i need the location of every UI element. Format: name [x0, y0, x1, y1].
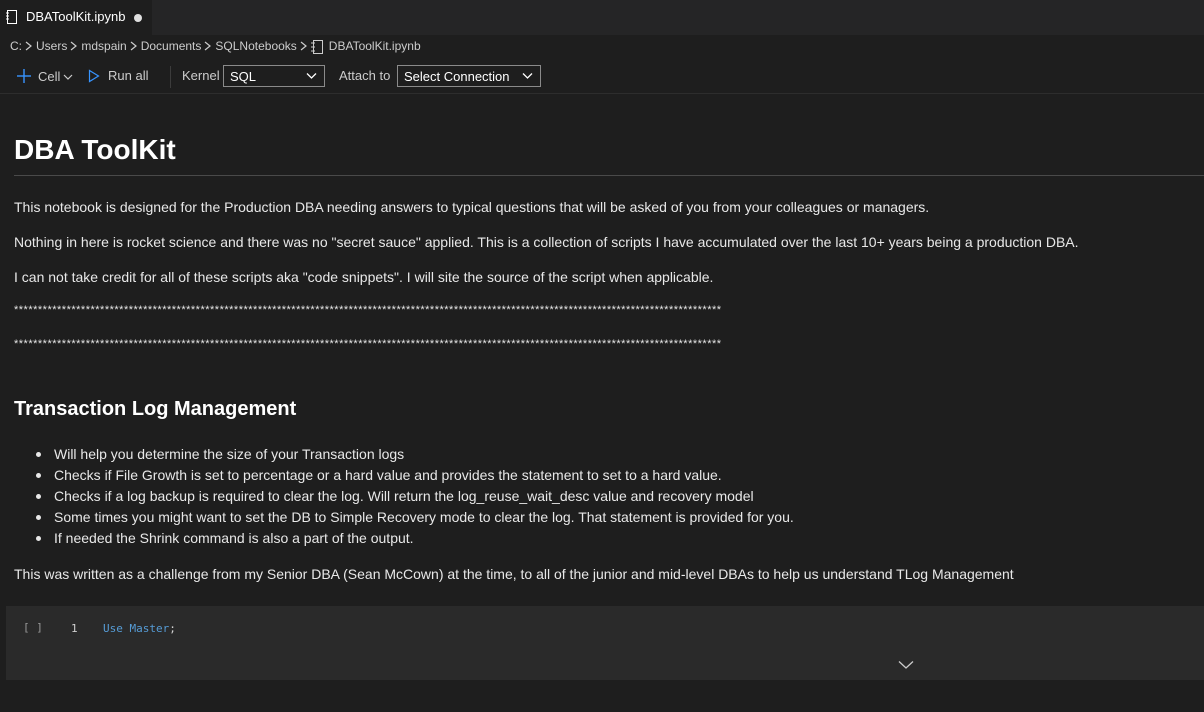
plus-icon	[17, 69, 31, 83]
list-item: Checks if File Growth is set to percenta…	[34, 467, 794, 488]
bullet-icon	[36, 473, 41, 478]
notebook-title: DBA ToolKit	[14, 134, 176, 165]
notebook-tab[interactable]: DBAToolKit.ipynb	[0, 0, 152, 35]
footer-paragraph: This was written as a challenge from my …	[14, 566, 1014, 582]
breadcrumb-item[interactable]: mdspain	[81, 39, 126, 53]
attach-to-label: Attach to	[339, 68, 391, 83]
heading-divider	[14, 175, 1204, 176]
run-all-label: Run all	[108, 68, 149, 83]
notebook-icon	[6, 10, 17, 24]
play-icon	[88, 68, 100, 83]
kernel-label: Kernel	[182, 68, 220, 83]
notebook-toolbar: Cell Run all Kernel SQL Attach to Select…	[0, 60, 1204, 94]
list-item: Checks if a log backup is required to cl…	[34, 488, 794, 509]
bullet-icon	[36, 536, 41, 541]
breadcrumb: C: Users mdspain Documents SQLNotebooks …	[10, 37, 421, 55]
list-item-text: Checks if File Growth is set to percenta…	[54, 467, 722, 483]
notebook-icon	[310, 40, 323, 54]
bullet-icon	[36, 452, 41, 457]
breadcrumb-item[interactable]: Users	[36, 39, 67, 53]
code-keyword: Use Master	[103, 622, 170, 635]
code-punctuation: ;	[169, 622, 176, 635]
tab-title: DBAToolKit.ipynb	[26, 9, 126, 24]
breadcrumb-item[interactable]: Documents	[141, 39, 202, 53]
unsaved-dot-icon[interactable]	[134, 14, 142, 22]
feature-list: Will help you determine the size of your…	[34, 446, 794, 551]
breadcrumb-item[interactable]: SQLNotebooks	[215, 39, 296, 53]
chevron-right-icon	[297, 37, 311, 55]
run-all-button[interactable]: Run all	[88, 68, 148, 83]
list-item-text: Some times you might want to set the DB …	[54, 509, 794, 525]
code-editor[interactable]: Use Master;	[103, 622, 176, 635]
editor-tab-bar: DBAToolKit.ipynb	[0, 0, 1204, 35]
toolbar-divider	[170, 66, 171, 88]
list-item: If needed the Shrink command is also a p…	[34, 530, 794, 551]
list-item-text: Checks if a log backup is required to cl…	[54, 488, 754, 504]
connection-value: Select Connection	[404, 69, 510, 84]
intro-paragraph: Nothing in here is rocket science and th…	[14, 234, 1079, 250]
chevron-right-icon	[201, 37, 215, 55]
line-number: 1	[71, 622, 78, 635]
code-cell[interactable]: [ ] 1 Use Master;	[6, 606, 1204, 680]
chevron-right-icon	[67, 37, 81, 55]
breadcrumb-item[interactable]: C:	[10, 39, 22, 53]
separator-line: ****************************************…	[14, 338, 722, 350]
kernel-select[interactable]: SQL	[223, 65, 325, 87]
list-item-text: If needed the Shrink command is also a p…	[54, 530, 414, 546]
separator-line: ****************************************…	[14, 304, 722, 316]
section-title: Transaction Log Management	[14, 398, 297, 420]
bullet-icon	[36, 515, 41, 520]
add-cell-button[interactable]: Cell	[16, 68, 73, 84]
list-item-text: Will help you determine the size of your…	[54, 446, 405, 462]
chevron-down-icon	[522, 73, 533, 79]
chevron-down-icon[interactable]	[898, 660, 914, 670]
run-cell-button[interactable]: [ ]	[23, 621, 43, 634]
intro-paragraph: I can not take credit for all of these s…	[14, 269, 714, 285]
kernel-value: SQL	[230, 69, 257, 84]
chevron-down-icon	[63, 74, 73, 80]
intro-paragraph: This notebook is designed for the Produc…	[14, 199, 930, 215]
connection-select[interactable]: Select Connection	[397, 65, 541, 87]
breadcrumb-item[interactable]: DBAToolKit.ipynb	[329, 39, 421, 53]
bullet-icon	[36, 494, 41, 499]
cell-label: Cell	[38, 68, 61, 84]
list-item: Some times you might want to set the DB …	[34, 509, 794, 530]
list-item: Will help you determine the size of your…	[34, 446, 794, 467]
chevron-right-icon	[127, 37, 141, 55]
chevron-right-icon	[22, 37, 36, 55]
chevron-down-icon	[306, 73, 317, 79]
